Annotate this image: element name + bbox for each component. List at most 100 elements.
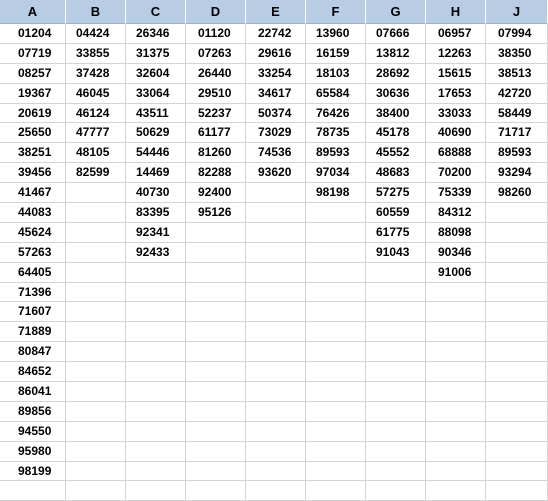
cell-c19[interactable]: [126, 382, 186, 402]
cell-h2[interactable]: 12263: [426, 43, 486, 64]
cell-e17[interactable]: [246, 342, 306, 363]
cell-b6[interactable]: 47777: [66, 123, 126, 144]
cell-b10[interactable]: [66, 203, 126, 223]
cell-h10[interactable]: 84312: [426, 203, 486, 223]
cell-a9[interactable]: 41467: [0, 183, 66, 204]
cell-d9[interactable]: 92400: [186, 183, 246, 204]
cell-f16[interactable]: [306, 322, 366, 343]
cell-f14[interactable]: [306, 282, 366, 303]
cell-h12[interactable]: 90346: [426, 242, 486, 263]
cell-a10[interactable]: 44083: [0, 203, 66, 223]
cell-f6[interactable]: 78735: [306, 123, 366, 144]
cell-j17[interactable]: [486, 342, 548, 363]
cell-c7[interactable]: 54446: [126, 143, 186, 164]
cell-f2[interactable]: 16159: [306, 43, 366, 64]
cell-g16[interactable]: [366, 322, 426, 343]
cell-e19[interactable]: [246, 382, 306, 402]
cell-a20[interactable]: 89856: [0, 401, 66, 422]
cell-c2[interactable]: 31375: [126, 43, 186, 64]
cell-f3[interactable]: 18103: [306, 63, 366, 84]
cell-h20[interactable]: [426, 401, 486, 422]
cell-f22[interactable]: [306, 441, 366, 462]
cell-b9[interactable]: [66, 183, 126, 204]
cell-c8[interactable]: 14469: [126, 163, 186, 184]
cell-b20[interactable]: [66, 401, 126, 422]
cell-c20[interactable]: [126, 401, 186, 422]
cell-g1[interactable]: 07666: [366, 24, 426, 44]
column-header-g[interactable]: G: [366, 0, 426, 24]
cell-d12[interactable]: [186, 242, 246, 263]
cell-d24[interactable]: [186, 481, 246, 501]
cell-h17[interactable]: [426, 342, 486, 363]
cell-e23[interactable]: [246, 461, 306, 482]
cell-d19[interactable]: [186, 382, 246, 402]
cell-a21[interactable]: 94550: [0, 421, 66, 442]
cell-h3[interactable]: 15615: [426, 63, 486, 84]
cell-h22[interactable]: [426, 441, 486, 462]
cell-c5[interactable]: 43511: [126, 103, 186, 124]
cell-a19[interactable]: 86041: [0, 382, 66, 402]
cell-h7[interactable]: 68888: [426, 143, 486, 164]
cell-e13[interactable]: [246, 262, 306, 283]
cell-d7[interactable]: 81260: [186, 143, 246, 164]
cell-c11[interactable]: 92341: [126, 222, 186, 243]
cell-a24[interactable]: [0, 481, 66, 501]
cell-j18[interactable]: [486, 362, 548, 383]
cell-a7[interactable]: 38251: [0, 143, 66, 164]
cell-d8[interactable]: 82288: [186, 163, 246, 184]
cell-a23[interactable]: 98199: [0, 461, 66, 482]
cell-g17[interactable]: [366, 342, 426, 363]
cell-j14[interactable]: [486, 282, 548, 303]
column-header-f[interactable]: F: [306, 0, 366, 24]
cell-f8[interactable]: 97034: [306, 163, 366, 184]
cell-h18[interactable]: [426, 362, 486, 383]
cell-d5[interactable]: 52237: [186, 103, 246, 124]
cell-c21[interactable]: [126, 421, 186, 442]
cell-f15[interactable]: [306, 302, 366, 323]
cell-g11[interactable]: 61775: [366, 222, 426, 243]
cell-b14[interactable]: [66, 282, 126, 303]
cell-c1[interactable]: 26346: [126, 24, 186, 44]
cell-f24[interactable]: [306, 481, 366, 501]
cell-g23[interactable]: [366, 461, 426, 482]
cell-j4[interactable]: 42720: [486, 83, 548, 104]
cell-f1[interactable]: 13960: [306, 24, 366, 44]
cell-g8[interactable]: 48683: [366, 163, 426, 184]
cell-d22[interactable]: [186, 441, 246, 462]
cell-e16[interactable]: [246, 322, 306, 343]
cell-g22[interactable]: [366, 441, 426, 462]
cell-b23[interactable]: [66, 461, 126, 482]
cell-b17[interactable]: [66, 342, 126, 363]
cell-j19[interactable]: [486, 382, 548, 402]
cell-j6[interactable]: 71717: [486, 123, 548, 144]
cell-j2[interactable]: 38350: [486, 43, 548, 64]
column-header-j[interactable]: J: [486, 0, 548, 24]
cell-f17[interactable]: [306, 342, 366, 363]
cell-j1[interactable]: 07994: [486, 24, 548, 44]
cell-g20[interactable]: [366, 401, 426, 422]
cell-b15[interactable]: [66, 302, 126, 323]
cell-e21[interactable]: [246, 421, 306, 442]
cell-f23[interactable]: [306, 461, 366, 482]
cell-f12[interactable]: [306, 242, 366, 263]
cell-j3[interactable]: 38513: [486, 63, 548, 84]
cell-c6[interactable]: 50629: [126, 123, 186, 144]
cell-a5[interactable]: 20619: [0, 103, 66, 124]
cell-e1[interactable]: 22742: [246, 24, 306, 44]
column-header-d[interactable]: D: [186, 0, 246, 24]
cell-f13[interactable]: [306, 262, 366, 283]
cell-f9[interactable]: 98198: [306, 183, 366, 204]
cell-h5[interactable]: 33033: [426, 103, 486, 124]
cell-d21[interactable]: [186, 421, 246, 442]
cell-g21[interactable]: [366, 421, 426, 442]
cell-h16[interactable]: [426, 322, 486, 343]
cell-c23[interactable]: [126, 461, 186, 482]
column-header-e[interactable]: E: [246, 0, 306, 24]
cell-g5[interactable]: 38400: [366, 103, 426, 124]
cell-e5[interactable]: 50374: [246, 103, 306, 124]
cell-e9[interactable]: [246, 183, 306, 204]
cell-b11[interactable]: [66, 222, 126, 243]
cell-j23[interactable]: [486, 461, 548, 482]
cell-h19[interactable]: [426, 382, 486, 402]
cell-d13[interactable]: [186, 262, 246, 283]
